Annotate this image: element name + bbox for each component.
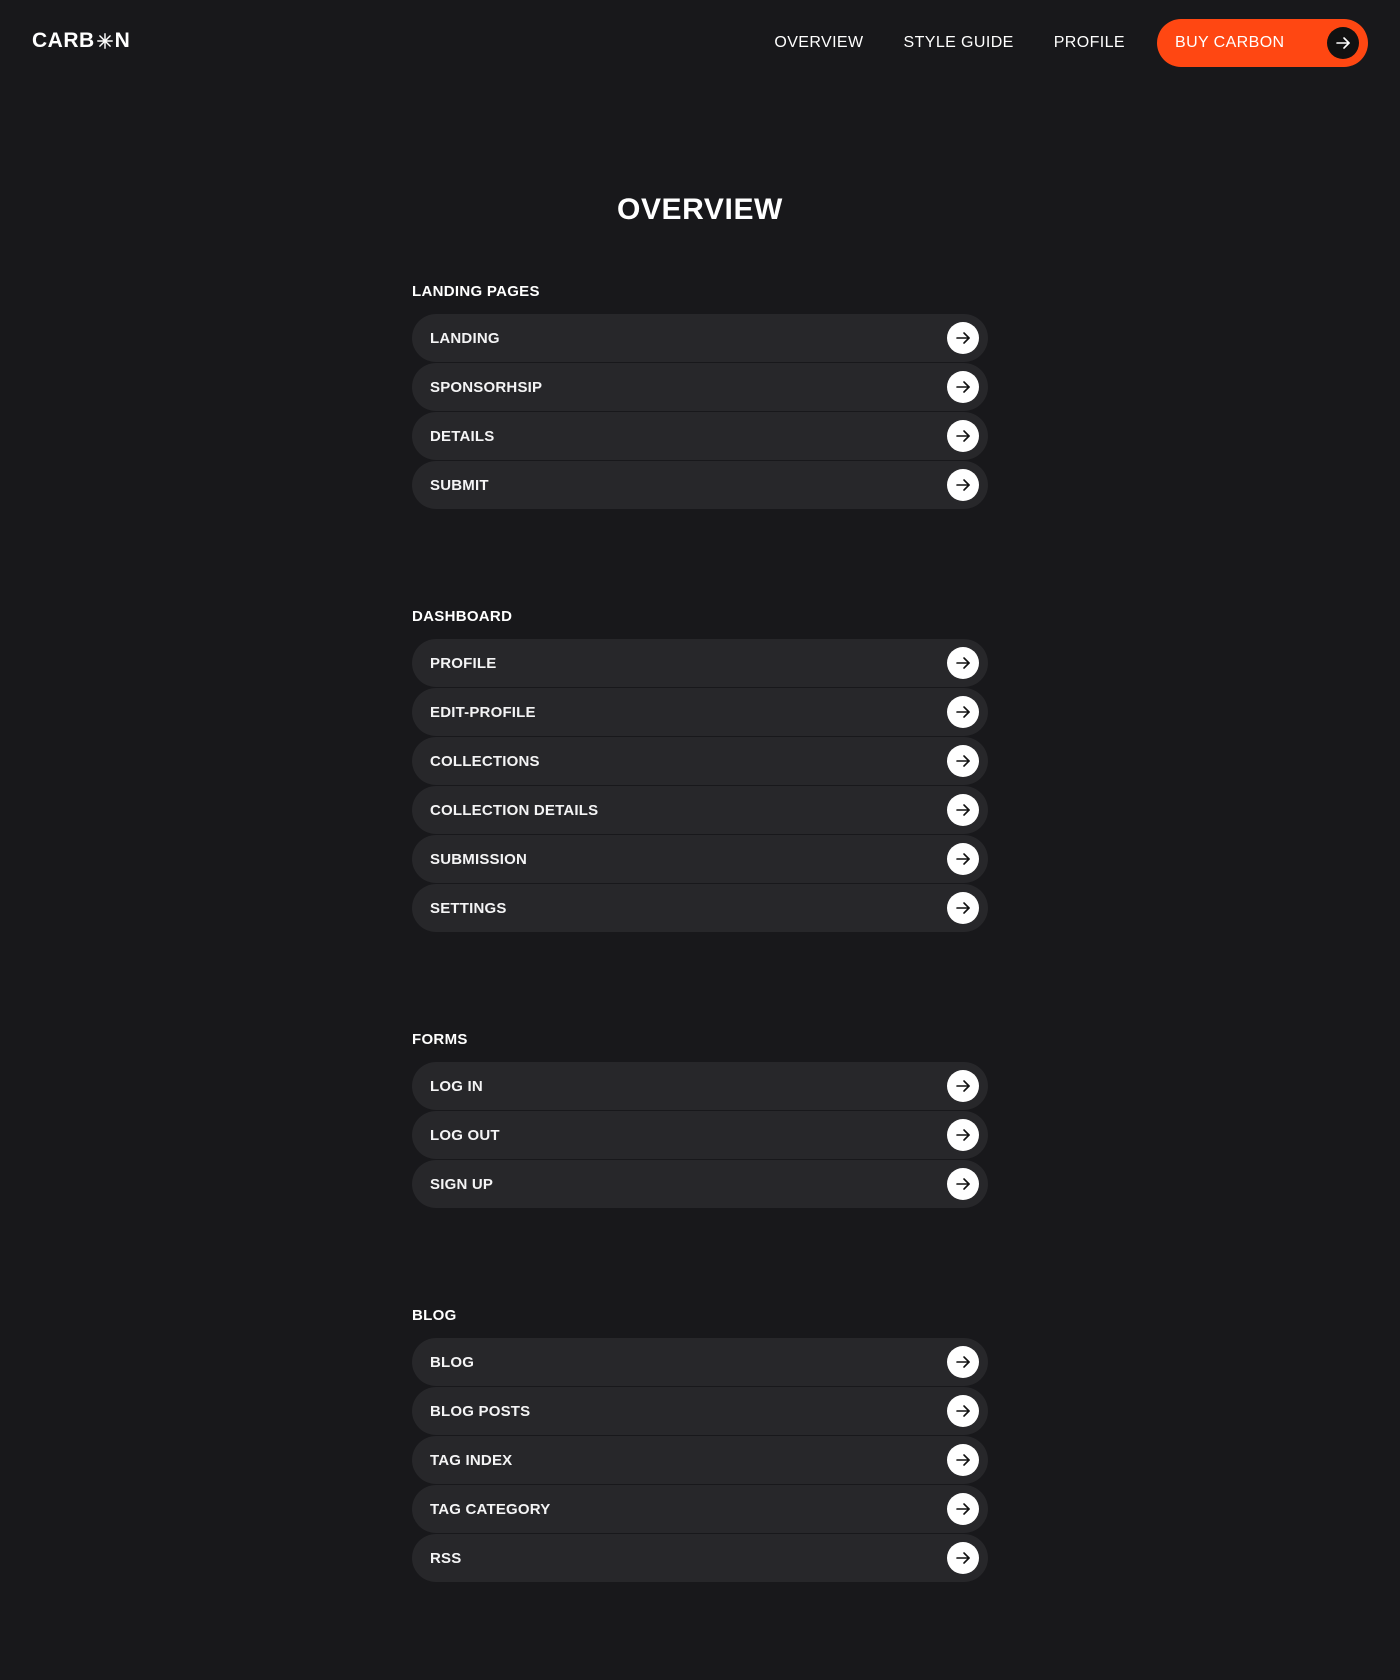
section-title: LANDING PAGES [412, 283, 540, 300]
overview-main: OVERVIEW LANDING PAGES LANDING SPONSORHSIP… [412, 190, 988, 1680]
main-nav: OVERVIEW STYLE GUIDE PROFILE BUY CARBON [774, 16, 1368, 70]
section-title: BLOG [412, 1307, 457, 1324]
arrow-right-icon [947, 371, 979, 403]
arrow-right-icon [947, 1346, 979, 1378]
arrow-right-icon [947, 696, 979, 728]
link-row-label: SUBMIT [430, 476, 489, 494]
arrow-right-icon [947, 1395, 979, 1427]
link-row-submission[interactable]: SUBMISSION [412, 835, 988, 883]
nav-overview[interactable]: OVERVIEW [774, 16, 863, 70]
sections-container: LANDING PAGES LANDING SPONSORHSIP DETAILS SU… [412, 282, 988, 1582]
link-row-edit-profile[interactable]: EDIT-PROFILE [412, 688, 988, 736]
link-row-label: SPONSORHSIP [430, 378, 543, 396]
link-row-sign-up[interactable]: SIGN UP [412, 1160, 988, 1208]
link-row-label: DETAILS [430, 427, 495, 445]
arrow-right-icon [947, 1493, 979, 1525]
arrow-right-icon [947, 794, 979, 826]
arrow-right-icon [947, 892, 979, 924]
link-row-label: TAG CATEGORY [430, 1500, 551, 1518]
link-row-label: TAG INDEX [430, 1451, 513, 1469]
link-row-tag-category[interactable]: TAG CATEGORY [412, 1485, 988, 1533]
link-row-label: LOG IN [430, 1077, 483, 1095]
link-row-log-out[interactable]: LOG OUT [412, 1111, 988, 1159]
buy-carbon-label: BUY CARBON [1175, 34, 1285, 51]
page-title: OVERVIEW [617, 193, 783, 226]
link-row-label: EDIT-PROFILE [430, 703, 536, 721]
link-row-tag-index[interactable]: TAG INDEX [412, 1436, 988, 1484]
section-title: DASHBOARD [412, 608, 513, 625]
link-row-details[interactable]: DETAILS [412, 412, 988, 460]
arrow-right-icon [947, 647, 979, 679]
nav-style-guide[interactable]: STYLE GUIDE [904, 16, 1014, 70]
section-dashboard: DASHBOARD PROFILE EDIT-PROFILE COLLECTIONS C… [412, 607, 988, 932]
arrow-right-icon [947, 469, 979, 501]
arrow-right-icon [947, 1070, 979, 1102]
buy-carbon-button[interactable]: BUY CARBON [1157, 19, 1368, 67]
arrow-right-icon [947, 1168, 979, 1200]
link-row-label: SIGN UP [430, 1175, 494, 1193]
arrow-right-icon [947, 322, 979, 354]
link-row-label: LOG OUT [430, 1126, 500, 1144]
site-header: CARB N OVERVIEW STYLE GUIDE PROFILE BUY … [0, 0, 1400, 82]
carbon-logo[interactable]: CARB N [32, 28, 130, 54]
arrow-right-icon [947, 1542, 979, 1574]
link-row-label: RSS [430, 1549, 462, 1567]
link-row-submit[interactable]: SUBMIT [412, 461, 988, 509]
link-row-label: COLLECTIONS [430, 752, 540, 770]
link-row-label: COLLECTION DETAILS [430, 801, 599, 819]
section-title: FORMS [412, 1031, 468, 1048]
link-row-collection-details[interactable]: COLLECTION DETAILS [412, 786, 988, 834]
arrow-right-icon [947, 1444, 979, 1476]
link-row-blog[interactable]: BLOG [412, 1338, 988, 1386]
nav-profile[interactable]: PROFILE [1054, 16, 1125, 70]
link-row-label: SUBMISSION [430, 850, 528, 868]
link-row-label: BLOG [430, 1353, 475, 1371]
asterisk-icon [96, 33, 113, 49]
link-row-rss[interactable]: RSS [412, 1534, 988, 1582]
link-row-label: LANDING [430, 329, 500, 347]
link-row-label: SETTINGS [430, 899, 507, 917]
arrow-right-icon [947, 420, 979, 452]
link-row-label: BLOG POSTS [430, 1402, 531, 1420]
arrow-right-icon [947, 843, 979, 875]
logo-text-end: N [114, 29, 131, 52]
section-blog: BLOG BLOG BLOG POSTS TAG INDEX TAG CATEGORY R… [412, 1306, 988, 1582]
arrow-right-icon [947, 1119, 979, 1151]
link-row-settings[interactable]: SETTINGS [412, 884, 988, 932]
link-row-label: PROFILE [430, 654, 497, 672]
link-row-collections[interactable]: COLLECTIONS [412, 737, 988, 785]
arrow-right-icon [1327, 27, 1359, 59]
arrow-right-icon [947, 745, 979, 777]
logo-text-start: CARB [32, 29, 95, 52]
section-forms: FORMS LOG IN LOG OUT SIGN UP [412, 1030, 988, 1208]
section-landing-pages: LANDING PAGES LANDING SPONSORHSIP DETAILS SU… [412, 282, 988, 509]
link-row-blog-posts[interactable]: BLOG POSTS [412, 1387, 988, 1435]
link-row-sponsorhsip[interactable]: SPONSORHSIP [412, 363, 988, 411]
link-row-log-in[interactable]: LOG IN [412, 1062, 988, 1110]
link-row-profile[interactable]: PROFILE [412, 639, 988, 687]
link-row-landing[interactable]: LANDING [412, 314, 988, 362]
